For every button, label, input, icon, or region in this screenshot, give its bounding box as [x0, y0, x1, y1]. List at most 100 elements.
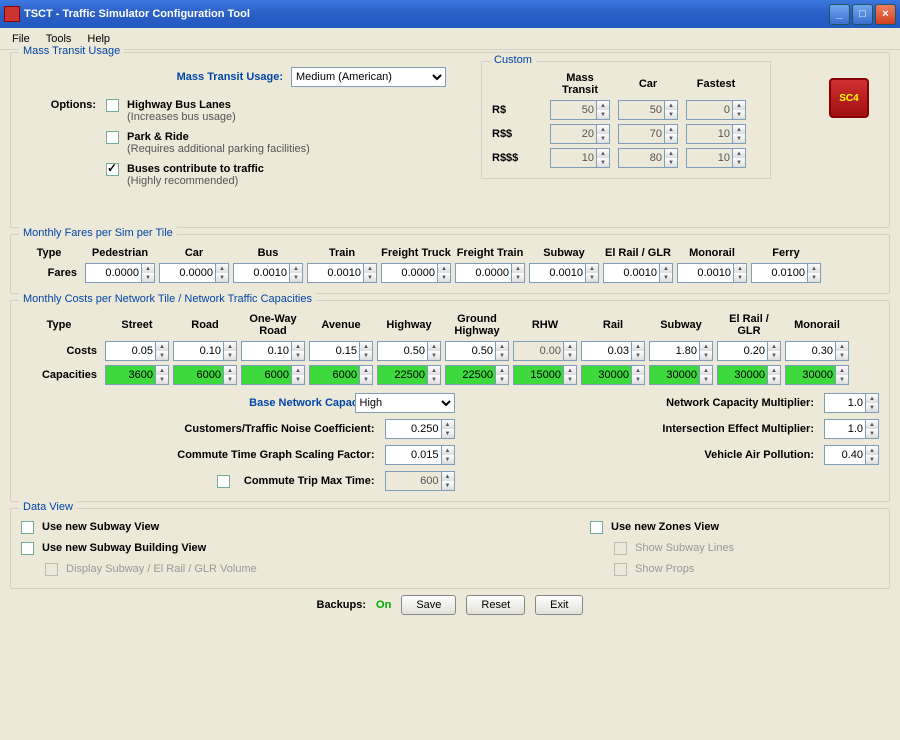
opt1-label: Highway Bus Lanes	[127, 99, 231, 111]
spinner[interactable]: ▲▼	[581, 365, 645, 385]
spinner[interactable]: ▲▼	[513, 365, 577, 385]
spinner[interactable]: ▲▼	[677, 263, 747, 283]
spinner[interactable]: ▲▼	[649, 365, 713, 385]
ncm-label: Network Capacity Multiplier:	[461, 397, 819, 409]
subway-lines-label: Show Subway Lines	[635, 542, 734, 554]
titlebar: TSCT - Traffic Simulator Configuration T…	[0, 0, 900, 28]
exit-button[interactable]: Exit	[535, 595, 583, 615]
fare-col-hdr: Ferry	[751, 247, 821, 259]
subway-view-checkbox[interactable]	[21, 521, 34, 534]
park-ride-checkbox[interactable]	[106, 131, 119, 144]
custom-r1-mt[interactable]: ▲▼	[550, 100, 610, 120]
costs-group: Monthly Costs per Network Tile / Network…	[10, 300, 890, 502]
custom-r2-fastest[interactable]: ▲▼	[686, 124, 746, 144]
vap-label: Vehicle Air Pollution:	[461, 449, 819, 461]
opt3-label: Buses contribute to traffic	[127, 163, 264, 175]
custom-r1-car[interactable]: ▲▼	[618, 100, 678, 120]
spinner[interactable]: ▲▼	[241, 365, 305, 385]
custom-r3-car[interactable]: ▲▼	[618, 148, 678, 168]
fare-col-hdr: Freight Train	[455, 247, 525, 259]
spinner[interactable]: ▲▼	[603, 263, 673, 283]
fares-group: Monthly Fares per Sim per Tile TypePedes…	[10, 234, 890, 294]
reset-button[interactable]: Reset	[466, 595, 525, 615]
subway-lines-checkbox	[614, 542, 627, 555]
spinner[interactable]: ▲▼	[455, 263, 525, 283]
spinner[interactable]: ▲▼	[173, 365, 237, 385]
highway-bus-lanes-checkbox[interactable]	[106, 99, 119, 112]
spinner[interactable]: ▲▼	[381, 263, 451, 283]
spinner[interactable]: ▲▼	[445, 365, 509, 385]
cost-col-hdr: Subway	[649, 319, 713, 331]
vap-spinner[interactable]: ▲▼	[824, 445, 879, 465]
spinner[interactable]: ▲▼	[233, 263, 303, 283]
mass-transit-usage-group: Mass Transit Usage Mass Transit Usage: M…	[10, 52, 890, 228]
spinner[interactable]: ▲▼	[785, 365, 849, 385]
spinner[interactable]: ▲▼	[445, 341, 509, 361]
fare-col-hdr: Monorail	[677, 247, 747, 259]
custom-r3-mt[interactable]: ▲▼	[550, 148, 610, 168]
fare-col-hdr: Bus	[233, 247, 303, 259]
type-hdr: Type	[21, 319, 101, 331]
maximize-button[interactable]: □	[852, 4, 873, 25]
app-icon	[4, 6, 20, 22]
display-volume-label: Display Subway / El Rail / GLR Volume	[66, 563, 257, 575]
spinner[interactable]: ▲▼	[85, 263, 155, 283]
spinner[interactable]: ▲▼	[751, 263, 821, 283]
mtu-select[interactable]: Medium (American)	[291, 67, 446, 87]
backups-label: Backups:	[317, 599, 367, 611]
caps-row-label: Capacities	[21, 369, 101, 381]
show-props-label: Show Props	[635, 563, 694, 575]
spinner[interactable]: ▲▼	[241, 341, 305, 361]
spinner[interactable]: ▲▼	[105, 365, 169, 385]
spinner[interactable]: ▲▼	[159, 263, 229, 283]
spinner[interactable]: ▲▼	[717, 365, 781, 385]
spinner[interactable]: ▲▼	[529, 263, 599, 283]
custom-hdr-fastest: Fastest	[686, 78, 746, 90]
spinner[interactable]: ▲▼	[581, 341, 645, 361]
iem-spinner[interactable]: ▲▼	[824, 419, 879, 439]
subway-building-view-checkbox[interactable]	[21, 542, 34, 555]
type-hdr: Type	[21, 247, 81, 259]
bnc-select[interactable]: High	[355, 393, 455, 413]
custom-r3-fastest[interactable]: ▲▼	[686, 148, 746, 168]
ctn-label: Customers/Traffic Noise Coefficient:	[21, 423, 379, 435]
custom-r1-label: R$	[492, 104, 542, 116]
ctg-label: Commute Time Graph Scaling Factor:	[21, 449, 379, 461]
fare-col-hdr: Pedestrian	[85, 247, 155, 259]
spinner[interactable]: ▲▼	[105, 341, 169, 361]
mtu-label: Mass Transit Usage:	[21, 71, 291, 83]
spinner[interactable]: ▲▼	[377, 341, 441, 361]
ctm-checkbox[interactable]	[217, 475, 230, 488]
save-button[interactable]: Save	[401, 595, 456, 615]
custom-r2-label: R$$	[492, 128, 542, 140]
buses-traffic-checkbox[interactable]	[106, 163, 119, 176]
subway-building-view-label: Use new Subway Building View	[42, 542, 206, 554]
spinner[interactable]: ▲▼	[513, 341, 577, 361]
zones-view-checkbox[interactable]	[590, 521, 603, 534]
spinner[interactable]: ▲▼	[717, 341, 781, 361]
button-row: Backups: On Save Reset Exit	[10, 595, 890, 615]
cost-col-hdr: Street	[105, 319, 169, 331]
spinner[interactable]: ▲▼	[785, 341, 849, 361]
custom-r2-car[interactable]: ▲▼	[618, 124, 678, 144]
opt2-sub: (Requires additional parking facilities)	[127, 143, 310, 155]
costs-title: Monthly Costs per Network Tile / Network…	[19, 293, 316, 305]
close-button[interactable]: ×	[875, 4, 896, 25]
ctm-spinner[interactable]: ▲▼	[385, 471, 455, 491]
spinner[interactable]: ▲▼	[649, 341, 713, 361]
fares-title: Monthly Fares per Sim per Tile	[19, 227, 177, 239]
spinner[interactable]: ▲▼	[377, 365, 441, 385]
ncm-spinner[interactable]: ▲▼	[824, 393, 879, 413]
show-props-checkbox	[614, 563, 627, 576]
spinner[interactable]: ▲▼	[307, 263, 377, 283]
spinner[interactable]: ▲▼	[309, 365, 373, 385]
ctg-spinner[interactable]: ▲▼	[385, 445, 455, 465]
spinner[interactable]: ▲▼	[309, 341, 373, 361]
minimize-button[interactable]: _	[829, 4, 850, 25]
window-title: TSCT - Traffic Simulator Configuration T…	[24, 8, 829, 20]
subway-view-label: Use new Subway View	[42, 521, 159, 533]
custom-r1-fastest[interactable]: ▲▼	[686, 100, 746, 120]
ctn-spinner[interactable]: ▲▼	[385, 419, 455, 439]
spinner[interactable]: ▲▼	[173, 341, 237, 361]
custom-r2-mt[interactable]: ▲▼	[550, 124, 610, 144]
